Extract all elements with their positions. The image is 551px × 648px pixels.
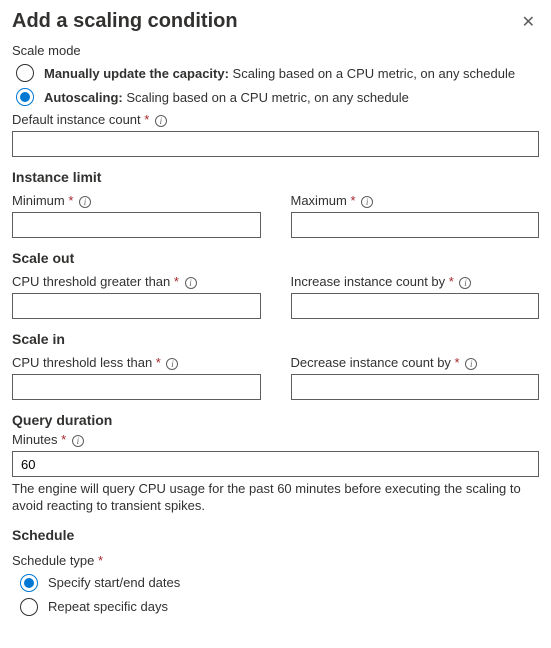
- default-instance-input[interactable]: [12, 131, 539, 157]
- schedule-type-repeat[interactable]: Repeat specific days: [20, 598, 539, 616]
- info-icon[interactable]: i: [79, 196, 91, 208]
- info-icon[interactable]: i: [459, 277, 471, 289]
- default-instance-label: Default instance count * i: [12, 112, 539, 127]
- query-duration-help: The engine will query CPU usage for the …: [12, 481, 539, 515]
- minimum-input[interactable]: [12, 212, 261, 238]
- radio-icon[interactable]: [20, 574, 38, 592]
- info-icon[interactable]: i: [361, 196, 373, 208]
- schedule-type-label: Schedule type *: [12, 553, 539, 568]
- scale-out-threshold-label: CPU threshold greater than * i: [12, 274, 261, 289]
- instance-limit-heading: Instance limit: [12, 169, 539, 185]
- scale-mode-manual-label: Manually update the capacity: Scaling ba…: [44, 66, 515, 81]
- minutes-input[interactable]: [12, 451, 539, 477]
- scale-out-heading: Scale out: [12, 250, 539, 266]
- schedule-heading: Schedule: [12, 527, 539, 543]
- info-icon[interactable]: i: [166, 358, 178, 370]
- query-duration-heading: Query duration: [12, 412, 539, 428]
- increase-count-label: Increase instance count by * i: [291, 274, 540, 289]
- close-icon[interactable]: ✕: [518, 10, 539, 34]
- radio-icon[interactable]: [20, 598, 38, 616]
- info-icon[interactable]: i: [185, 277, 197, 289]
- scale-out-threshold-input[interactable]: [12, 293, 261, 319]
- info-icon[interactable]: i: [72, 435, 84, 447]
- radio-icon[interactable]: [16, 64, 34, 82]
- scale-in-threshold-label: CPU threshold less than * i: [12, 355, 261, 370]
- info-icon[interactable]: i: [155, 115, 167, 127]
- scale-mode-auto[interactable]: Autoscaling: Scaling based on a CPU metr…: [16, 88, 539, 106]
- increase-count-input[interactable]: [291, 293, 540, 319]
- scale-mode-manual[interactable]: Manually update the capacity: Scaling ba…: [16, 64, 539, 82]
- scale-mode-label: Scale mode: [12, 43, 539, 58]
- maximum-label: Maximum * i: [291, 193, 540, 208]
- minutes-label: Minutes * i: [12, 432, 539, 447]
- scale-mode-auto-label: Autoscaling: Scaling based on a CPU metr…: [44, 90, 409, 105]
- schedule-type-specify[interactable]: Specify start/end dates: [20, 574, 539, 592]
- schedule-type-repeat-label: Repeat specific days: [48, 599, 168, 614]
- radio-icon[interactable]: [16, 88, 34, 106]
- minimum-label: Minimum * i: [12, 193, 261, 208]
- decrease-count-input[interactable]: [291, 374, 540, 400]
- schedule-type-specify-label: Specify start/end dates: [48, 575, 180, 590]
- decrease-count-label: Decrease instance count by * i: [291, 355, 540, 370]
- panel-title: Add a scaling condition: [12, 10, 238, 33]
- scale-in-heading: Scale in: [12, 331, 539, 347]
- maximum-input[interactable]: [291, 212, 540, 238]
- info-icon[interactable]: i: [465, 358, 477, 370]
- scale-in-threshold-input[interactable]: [12, 374, 261, 400]
